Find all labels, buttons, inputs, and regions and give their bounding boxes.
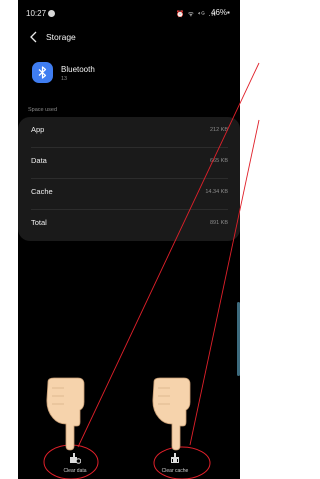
row-value: 665 KB <box>209 158 228 164</box>
row-label: App <box>31 125 45 134</box>
clear-cache-label: Clear cache <box>161 468 189 474</box>
row-label: Total <box>31 218 47 227</box>
clear-data-label: Clear data <box>63 468 87 474</box>
storage-row-total: Total 891 KB <box>18 210 240 241</box>
row-value: 891 KB <box>209 220 228 226</box>
storage-card: App 212 KB Data 665 KB Cache 14.34 KB To… <box>18 117 240 241</box>
status-bar: 10:27 ⏰ ᯤ ⁴ᴳ .ıl 46%▪ <box>18 0 240 22</box>
status-time: 10:27 <box>26 9 47 18</box>
storage-row-app: App 212 KB <box>18 117 240 148</box>
row-label: Data <box>31 156 47 165</box>
bluetooth-icon <box>38 66 47 79</box>
row-value: 212 KB <box>209 127 228 133</box>
notification-dot-icon <box>48 10 55 17</box>
row-label: Cache <box>31 187 53 196</box>
app-version: 13 <box>61 76 68 82</box>
bluetooth-app-icon <box>32 62 53 83</box>
clear-data-icon <box>70 453 81 464</box>
clear-cache-button[interactable]: Clear cache <box>151 452 199 478</box>
battery-level: 46%▪ <box>211 8 230 17</box>
clear-data-button[interactable]: Clear data <box>51 452 99 478</box>
storage-row-cache: Cache 14.34 KB <box>18 179 240 210</box>
back-button[interactable] <box>26 29 44 47</box>
row-value: 14.34 KB <box>205 189 228 195</box>
clear-cache-icon <box>171 453 179 463</box>
back-arrow-icon <box>30 31 37 43</box>
scroll-indicator[interactable] <box>237 302 240 376</box>
section-label: Space used <box>28 107 58 113</box>
phone-screen: 10:27 ⏰ ᯤ ⁴ᴳ .ıl 46%▪ Storage Bluetooth … <box>18 0 240 479</box>
storage-row-data: Data 665 KB <box>18 148 240 179</box>
page-title: Storage <box>46 32 76 42</box>
app-name: Bluetooth <box>61 65 95 74</box>
